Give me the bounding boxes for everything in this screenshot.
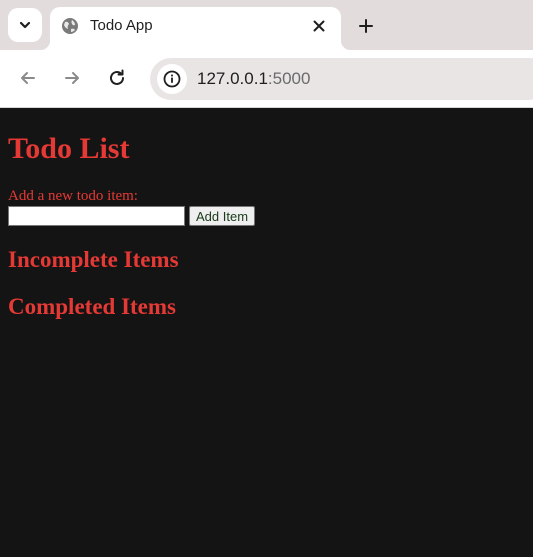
completed-items-heading: Completed Items [8,294,176,319]
reload-icon [110,69,124,85]
forward-button[interactable] [59,65,85,91]
globe-icon [62,18,78,34]
arrow-left-icon [21,72,35,84]
tab-strip: Todo App [0,0,533,50]
back-button[interactable] [15,65,41,91]
site-info-button[interactable] [157,64,187,94]
url-port: :5000 [267,69,311,88]
plus-icon [359,19,373,33]
reload-button[interactable] [104,65,130,91]
page-content: Todo List Add a new todo item: Add Item … [0,109,533,557]
tab-title: Todo App [90,17,153,34]
browser-tab[interactable]: Todo App [40,7,351,50]
close-icon [313,20,325,32]
page-title: Todo List [8,132,130,165]
browser-toolbar: 127.0.0.1:5000 [0,50,533,108]
url-host: 127.0.0.1 [197,69,268,88]
todo-input[interactable] [8,206,185,226]
new-tab-button[interactable] [354,14,378,38]
arrow-right-icon [65,72,79,84]
incomplete-items-heading: Incomplete Items [8,247,179,272]
chevron-down-icon [19,21,31,29]
address-bar[interactable]: 127.0.0.1:5000 [150,58,533,100]
info-icon [163,70,181,88]
tab-search-button[interactable] [8,8,42,42]
add-item-button[interactable]: Add Item [189,206,256,226]
url-text[interactable]: 127.0.0.1:5000 [197,69,310,89]
close-tab-button[interactable] [309,16,329,36]
add-todo-label: Add a new todo item: [8,188,138,204]
add-todo-form: Add Item [8,206,533,226]
